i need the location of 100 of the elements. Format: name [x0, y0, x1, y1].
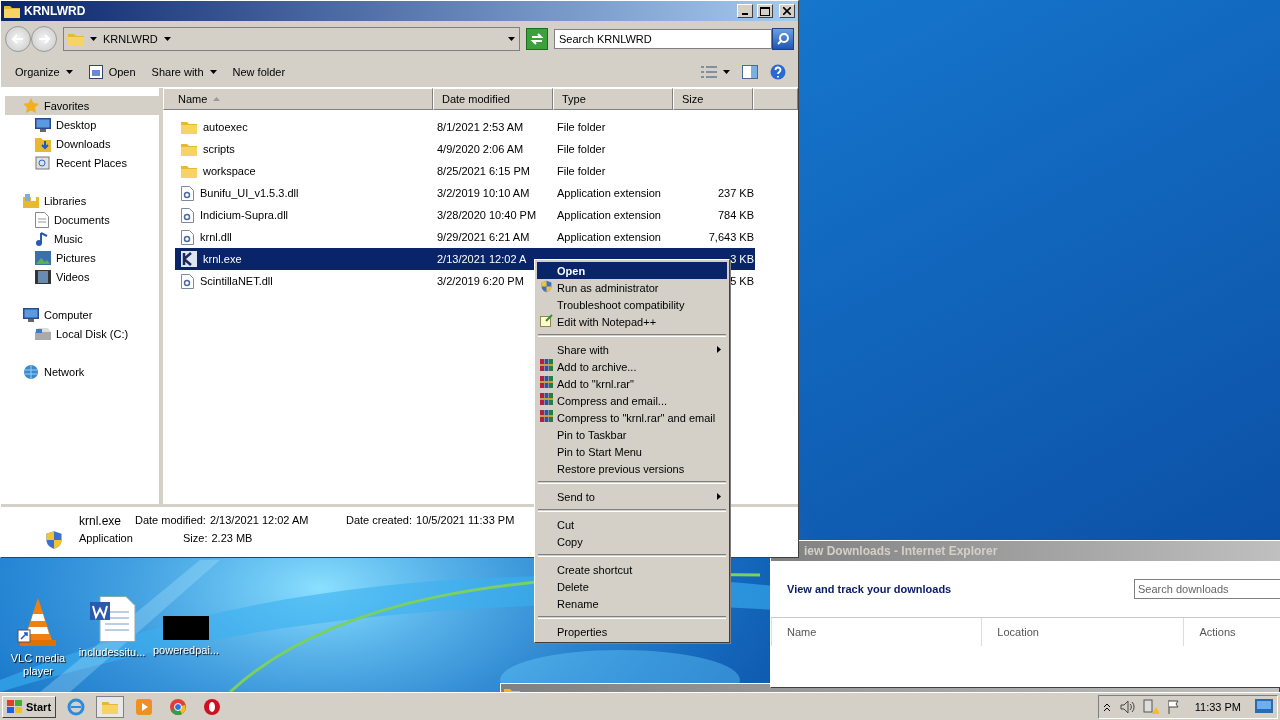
file-name[interactable]: Indicium-Supra.dll	[200, 209, 289, 221]
date-cell: 9/29/2021 6:21 AM	[437, 231, 530, 243]
toolbar-button[interactable]: Organize	[9, 60, 79, 84]
music-note-icon	[35, 230, 49, 247]
speaker-icon[interactable]	[1118, 699, 1135, 714]
notepad-icon	[540, 314, 553, 327]
desktop-icon-label[interactable]: VLC media player	[4, 652, 72, 678]
column-header[interactable]: Date modified	[433, 88, 553, 110]
shield-icon	[44, 530, 64, 550]
file-name[interactable]: Bunifu_UI_v1.5.3.dll	[200, 187, 299, 199]
menu-item[interactable]: Compress and email...	[537, 392, 727, 409]
menu-item[interactable]: Add to archive...	[537, 358, 727, 375]
nav-item[interactable]: Documents	[5, 210, 159, 229]
submenu-arrow-icon	[717, 346, 721, 353]
date-cell: 3/2/2019 10:10 AM	[437, 187, 530, 199]
menu-item[interactable]: Open	[537, 262, 727, 279]
size-cell: 5 KB	[730, 275, 754, 287]
type-cell: File folder	[557, 121, 606, 133]
toolbar-button[interactable]: Share with	[145, 60, 223, 84]
back-button[interactable]	[5, 26, 31, 52]
flag-icon[interactable]	[1166, 698, 1181, 715]
start-button[interactable]: Start	[2, 695, 57, 718]
address-bar[interactable]: KRNLWRD	[63, 27, 520, 51]
monitor-icon	[35, 117, 51, 132]
menu-item[interactable]: Edit with Notepad++	[537, 313, 727, 330]
column-header[interactable]: Name	[771, 618, 982, 646]
refresh-button[interactable]	[526, 28, 548, 50]
file-name[interactable]: ScintillaNET.dll	[200, 275, 273, 287]
forward-arrow-icon	[38, 34, 50, 44]
menu-item[interactable]: Pin to Start Menu	[537, 443, 727, 460]
menu-item[interactable]: Copy	[537, 533, 727, 550]
menu-item[interactable]: Troubleshoot compatibility	[537, 296, 727, 313]
column-header[interactable]: Actions	[1183, 618, 1280, 646]
folder-icon	[181, 164, 197, 178]
close-button[interactable]	[779, 4, 795, 18]
file-name[interactable]: workspace	[203, 165, 256, 177]
submenu-arrow-icon	[717, 493, 721, 500]
nav-item[interactable]: Favorites	[5, 96, 159, 115]
show-desktop-icon[interactable]	[1255, 698, 1273, 715]
nav-item[interactable]: Desktop	[5, 115, 159, 134]
column-header[interactable]: Location	[981, 618, 1184, 646]
search-icon	[777, 33, 789, 45]
menu-item[interactable]: Compress to "krnl.rar" and email	[537, 409, 727, 426]
search-field[interactable]: Search KRNLWRD	[554, 29, 772, 49]
folder-icon	[181, 142, 197, 156]
menu-item[interactable]: Rename	[537, 595, 727, 612]
menu-item[interactable]: Share with	[537, 341, 727, 358]
nav-item[interactable]: Videos	[5, 267, 159, 286]
menu-item[interactable]: Add to "krnl.rar"	[537, 375, 727, 392]
column-header[interactable]: Name	[163, 88, 433, 110]
nav-item[interactable]: Local Disk (C:)	[5, 324, 159, 343]
menu-item[interactable]: Run as administrator	[537, 279, 727, 296]
nav-item[interactable]: Network	[5, 362, 159, 381]
document-icon	[35, 211, 49, 228]
menu-item[interactable]: Pin to Taskbar	[537, 426, 727, 443]
file-name[interactable]: autoexec	[203, 121, 248, 133]
nav-item[interactable]: Recent Places	[5, 153, 159, 172]
thumbnail-icon	[163, 616, 209, 640]
file-gear-icon	[181, 207, 194, 223]
menu-item[interactable]: Send to	[537, 488, 727, 505]
caret-icon	[209, 70, 217, 74]
nav-item[interactable]: Downloads	[5, 134, 159, 153]
nav-item[interactable]: Pictures	[5, 248, 159, 267]
maximize-button[interactable]	[757, 4, 773, 18]
menu-item[interactable]: Restore previous versions	[537, 460, 727, 477]
toolbar-button[interactable]: Open	[82, 60, 142, 84]
folder-icon	[68, 32, 84, 46]
menu-item[interactable]: Create shortcut	[537, 561, 727, 578]
size-cell: 7,643 KB	[708, 231, 754, 243]
refresh-arrows-icon	[530, 33, 544, 45]
nav-item[interactable]: Computer	[5, 305, 159, 324]
books-icon	[540, 376, 553, 388]
file-name[interactable]: krnl.dll	[200, 231, 232, 243]
size-cell: 237 KB	[717, 187, 754, 199]
field-value: 2/13/2021 12:02 AM	[209, 514, 309, 528]
nav-item[interactable]: Music	[5, 229, 159, 248]
recent-places-icon	[35, 154, 51, 171]
column-header[interactable]: Type	[553, 88, 673, 110]
size-cell: 784 KB	[717, 209, 754, 221]
file-name[interactable]: scripts	[203, 143, 235, 155]
menu-item[interactable]: Delete	[537, 578, 727, 595]
column-header[interactable]: Size	[673, 88, 753, 110]
date-cell: 3/28/2020 10:40 PM	[437, 209, 537, 221]
menu-item[interactable]: Cut	[537, 516, 727, 533]
chevron-up-icon[interactable]	[1102, 702, 1111, 711]
caret-icon	[65, 70, 73, 74]
toolbar-button[interactable]: New folder	[226, 60, 292, 84]
search-field[interactable]: Search downloads	[1134, 579, 1280, 599]
file-name[interactable]: krnl.exe	[203, 253, 242, 265]
window-title: KRNLWRD	[24, 4, 87, 18]
list-view-icon	[701, 66, 717, 78]
menu-item[interactable]: Properties	[537, 623, 727, 640]
file-name: krnl.exe	[79, 514, 122, 530]
close-icon	[783, 7, 791, 15]
caret-icon	[723, 70, 730, 74]
folder-taskbar-icon[interactable]	[96, 695, 125, 718]
forward-button[interactable]	[31, 26, 57, 52]
nav-item[interactable]: Libraries	[5, 191, 159, 210]
minimize-button[interactable]	[737, 4, 753, 18]
search-button[interactable]	[772, 28, 794, 50]
